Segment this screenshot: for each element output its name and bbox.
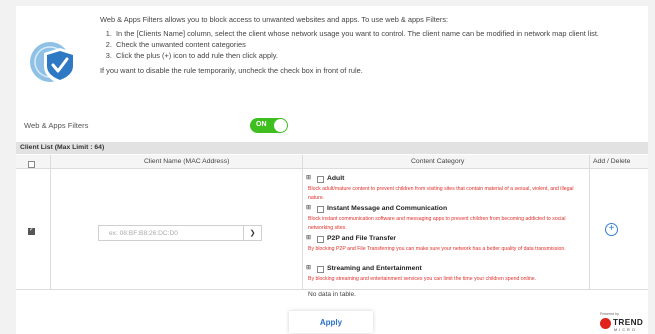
table-header: Client Name (MAC Address) Content Catego… bbox=[16, 155, 648, 169]
intro-step: Check the unwanted content categories bbox=[114, 39, 620, 50]
category-checkbox[interactable] bbox=[317, 266, 324, 273]
expand-icon[interactable]: ⊞ bbox=[306, 174, 311, 181]
category-description: By blocking P2P and File Transferring yo… bbox=[308, 246, 566, 252]
category-description: Block instant communication software and… bbox=[308, 216, 566, 231]
category-checkbox[interactable] bbox=[317, 206, 324, 213]
toggle-state-text: ON bbox=[256, 121, 267, 128]
row-checkbox[interactable] bbox=[28, 226, 35, 235]
expand-icon[interactable]: ⊞ bbox=[306, 234, 311, 241]
column-content-category: Content Category bbox=[411, 158, 465, 165]
category-description: By blocking streaming and entertainment … bbox=[308, 276, 537, 282]
intro-paragraph: Web & Apps Filters allows you to block a… bbox=[100, 15, 449, 24]
filter-toggle-label: Web & Apps Filters bbox=[24, 121, 89, 130]
table-row: ex: 08:BF:B8:26:DC:D0 ❯ ⊞ Adult Block ad… bbox=[16, 170, 648, 290]
category-checkbox[interactable] bbox=[317, 176, 324, 183]
category-adult: ⊞ Adult Block adult/mature content to pr… bbox=[305, 175, 585, 203]
shield-filter-icon bbox=[30, 42, 76, 84]
intro-text: Web & Apps Filters allows you to block a… bbox=[100, 14, 620, 76]
toggle-knob bbox=[274, 119, 287, 132]
powered-by-text: Powered by bbox=[600, 312, 619, 316]
apply-button[interactable]: Apply bbox=[289, 311, 373, 333]
brand-sub: MICRO bbox=[614, 328, 637, 332]
intro-note: If you want to disable the rule temporar… bbox=[100, 66, 363, 75]
mac-address-select[interactable]: ex: 08:BF:B8:26:DC:D0 bbox=[98, 225, 262, 241]
expand-icon[interactable]: ⊞ bbox=[306, 264, 311, 271]
web-apps-filters-page: Web & Apps Filters allows you to block a… bbox=[16, 6, 648, 334]
trend-micro-ball-icon bbox=[600, 318, 611, 329]
filter-toggle-row: Web & Apps Filters ON bbox=[24, 118, 624, 134]
category-name: Adult bbox=[327, 175, 345, 182]
intro-section: Web & Apps Filters allows you to block a… bbox=[16, 6, 648, 114]
intro-step: In the [Clients Name] column, select the… bbox=[114, 28, 620, 39]
intro-steps: In the [Clients Name] column, select the… bbox=[114, 28, 620, 61]
add-rule-plus-icon[interactable]: + bbox=[605, 223, 618, 236]
category-instant-message: ⊞ Instant Message and Communication Bloc… bbox=[305, 205, 585, 233]
client-list-title: Client List (Max Limit : 64) bbox=[16, 142, 648, 154]
empty-table-text: No data in table. bbox=[307, 291, 357, 298]
chevron-down-icon[interactable]: ❯ bbox=[243, 225, 262, 241]
category-streaming: ⊞ Streaming and Entertainment By blockin… bbox=[305, 265, 585, 284]
expand-icon[interactable]: ⊞ bbox=[306, 204, 311, 211]
category-checkbox[interactable] bbox=[317, 236, 324, 243]
category-name: Streaming and Entertainment bbox=[327, 265, 422, 272]
select-all-checkbox[interactable] bbox=[28, 161, 35, 168]
trend-micro-logo: Powered by TREND MICRO bbox=[598, 312, 646, 334]
category-p2p: ⊞ P2P and File Transfer By blocking P2P … bbox=[305, 235, 585, 254]
category-name: Instant Message and Communication bbox=[327, 205, 448, 212]
brand-name: TREND bbox=[613, 318, 644, 327]
intro-step: Click the plus (+) icon to add rule then… bbox=[114, 50, 620, 61]
column-client-name: Client Name (MAC Address) bbox=[144, 158, 230, 165]
filter-toggle-switch[interactable]: ON bbox=[250, 118, 288, 133]
column-add-delete: Add / Delete bbox=[593, 158, 631, 165]
category-description: Block adult/mature content to prevent ch… bbox=[308, 186, 574, 201]
category-name: P2P and File Transfer bbox=[327, 235, 397, 242]
